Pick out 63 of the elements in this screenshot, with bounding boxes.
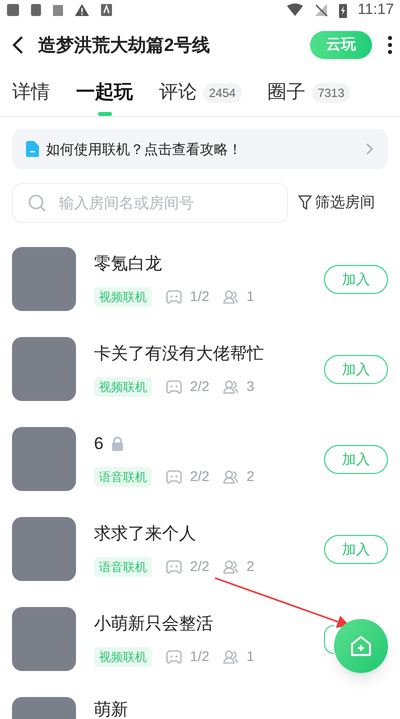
wifi-icon	[286, 3, 304, 17]
gamepad-icon	[166, 560, 182, 574]
gamepad-icon	[166, 290, 182, 304]
count-badge: 2454	[203, 83, 242, 103]
room-name: 6	[94, 432, 104, 455]
avatar-placeholder	[12, 607, 76, 671]
filter-icon	[298, 195, 312, 211]
tab-indicator	[98, 112, 112, 116]
slot-count: 2/2	[190, 467, 210, 486]
signal-icon	[314, 3, 328, 17]
slot-count: 1/2	[190, 287, 210, 306]
room-name: 求求了来个人	[94, 522, 196, 545]
room-name: 卡关了有没有大佬帮忙	[94, 342, 264, 365]
avatar-placeholder	[12, 247, 76, 311]
guide-text: 如何使用联机？点击查看攻略！	[46, 140, 243, 158]
tab[interactable]: 一起玩	[76, 78, 133, 108]
tab[interactable]: 详情	[12, 78, 50, 108]
mode-tag: 视频联机	[94, 286, 152, 307]
gamepad-icon	[166, 650, 182, 664]
lock-icon	[111, 436, 124, 451]
mode-tag: 语音联机	[94, 466, 152, 487]
text-icon	[100, 3, 113, 17]
people-icon	[223, 380, 238, 394]
member-count: 3	[246, 377, 254, 396]
room-name: 小萌新只会整活	[94, 612, 213, 635]
slot-count: 2/2	[190, 557, 210, 576]
room-name: 零氪白龙	[94, 252, 162, 275]
slot-count: 2/2	[190, 377, 210, 396]
search-field[interactable]: 输入房间名或房间号	[12, 183, 288, 223]
filter-button[interactable]: 筛选房间	[298, 192, 375, 214]
people-icon	[223, 290, 238, 304]
search-icon	[28, 194, 46, 212]
slot-count: 1/2	[190, 647, 210, 666]
mode-tag: 视频联机	[94, 376, 152, 397]
member-count: 1	[246, 647, 254, 666]
avatar-placeholder	[12, 517, 76, 581]
warning-icon	[74, 3, 90, 17]
tab[interactable]: 评论	[159, 78, 197, 108]
people-icon	[223, 560, 238, 574]
create-room-button[interactable]	[334, 619, 388, 673]
house-plus-icon	[350, 635, 372, 657]
gamepad-icon	[166, 470, 182, 484]
guide-banner[interactable]: 如何使用联机？点击查看攻略！	[12, 129, 388, 169]
tab[interactable]: 圈子	[268, 78, 306, 108]
avatar-placeholder	[12, 337, 76, 401]
chevron-right-icon	[366, 143, 374, 155]
member-count: 2	[246, 557, 254, 576]
count-badge: 7313	[312, 83, 350, 103]
room-name: 萌新	[94, 699, 128, 719]
page-title: 造梦洪荒大劫篇2号线	[38, 34, 212, 56]
mode-tag: 语音联机	[94, 556, 152, 577]
gamepad-icon	[166, 380, 182, 394]
mode-tag: 视频联机	[94, 646, 152, 667]
member-count: 2	[246, 467, 254, 486]
people-icon	[223, 470, 238, 484]
member-count: 1	[246, 287, 254, 306]
clock: 11:17	[358, 0, 394, 20]
avatar-placeholder	[12, 427, 76, 491]
more-icon	[388, 36, 392, 54]
people-icon	[223, 650, 238, 664]
more-button[interactable]	[386, 35, 394, 55]
battery-icon	[338, 2, 348, 18]
document-icon	[26, 141, 39, 157]
